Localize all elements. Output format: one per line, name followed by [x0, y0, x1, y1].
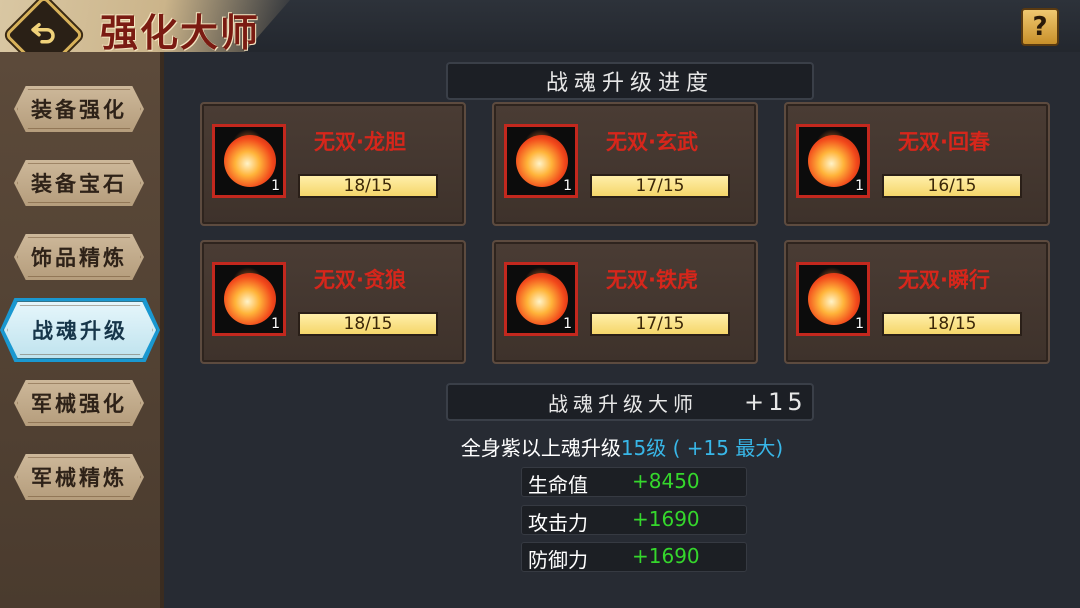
- page-title: 强化大师: [100, 10, 261, 55]
- soul-name: 无双·贪狼: [314, 268, 406, 292]
- soul-name: 无双·回春: [898, 130, 990, 154]
- dragon-soul-icon: 1: [212, 124, 286, 198]
- soul-card[interactable]: 1 无双·铁虎 17/15: [492, 240, 758, 364]
- soul-name: 无双·龙胆: [314, 130, 406, 154]
- sidebar-item-label: 军械精炼: [31, 466, 127, 490]
- progress-section-title: 战魂升级进度: [446, 62, 814, 100]
- progress-text: 18/15: [343, 176, 393, 196]
- master-level: +15: [744, 388, 807, 416]
- game-screen: 强化大师 ? 装备强化 装备宝石 饰品精炼 战魂升级 军械强化 军械精炼 战魂升…: [0, 0, 1080, 608]
- shield-soul-icon: 1: [504, 124, 578, 198]
- progress-text: 18/15: [927, 314, 977, 334]
- back-arrow-icon: [31, 23, 55, 44]
- sidebar-item-accessory-refine[interactable]: 饰品精炼: [14, 234, 144, 280]
- soul-name: 无双·瞬行: [898, 268, 990, 292]
- progress-text: 17/15: [635, 314, 685, 334]
- progress-text: 16/15: [927, 176, 977, 196]
- sidebar-item-soul-upgrade[interactable]: 战魂升级: [4, 302, 156, 358]
- sidebar-item-label: 战魂升级: [32, 319, 128, 343]
- sidebar-item-equipment-enhance[interactable]: 装备强化: [14, 86, 144, 132]
- soul-card[interactable]: 1 无双·回春 16/15: [784, 102, 1050, 226]
- stat-row-attack: 攻击力 +1690: [521, 505, 747, 535]
- main-panel: 战魂升级进度 1 无双·龙胆 18/15 1 无双·玄武 17/15 1 无双·…: [164, 52, 1080, 608]
- progress-bar: 18/15: [298, 312, 438, 336]
- sidebar-item-equipment-gem[interactable]: 装备宝石: [14, 160, 144, 206]
- soul-card[interactable]: 1 无双·龙胆 18/15: [200, 102, 466, 226]
- sidebar-item-label: 军械强化: [31, 392, 127, 416]
- tiger-soul-icon: 1: [504, 262, 578, 336]
- progress-bar: 17/15: [590, 312, 730, 336]
- master-section-title: 战魂升级大师 +15: [446, 383, 814, 421]
- progress-bar: 17/15: [590, 174, 730, 198]
- stat-row-defense: 防御力 +1690: [521, 542, 747, 572]
- sidebar-item-label: 装备强化: [31, 98, 127, 122]
- soul-card[interactable]: 1 无双·瞬行 18/15: [784, 240, 1050, 364]
- progress-bar: 18/15: [298, 174, 438, 198]
- sidebar-item-armory-enhance[interactable]: 军械强化: [14, 380, 144, 426]
- progress-text: 17/15: [635, 176, 685, 196]
- progress-bar: 18/15: [882, 312, 1022, 336]
- soul-name: 无双·铁虎: [606, 268, 698, 292]
- soul-name: 无双·玄武: [606, 130, 698, 154]
- master-requirement: 全身紫以上魂升级15级 ( +15 最大): [460, 436, 784, 460]
- help-button[interactable]: ?: [1021, 8, 1059, 46]
- soul-card[interactable]: 1 无双·贪狼 18/15: [200, 240, 466, 364]
- sidebar-item-label: 饰品精炼: [31, 246, 127, 270]
- progress-bar: 16/15: [882, 174, 1022, 198]
- sidebar-item-label: 装备宝石: [31, 172, 127, 196]
- phoenix-soul-icon: 1: [796, 262, 870, 336]
- progress-text: 18/15: [343, 314, 393, 334]
- sidebar-item-armory-refine[interactable]: 军械精炼: [14, 454, 144, 500]
- stat-row-hp: 生命值 +8450: [521, 467, 747, 497]
- soul-card[interactable]: 1 无双·玄武 17/15: [492, 102, 758, 226]
- wolf-soul-icon: 1: [212, 262, 286, 336]
- heart-soul-icon: 1: [796, 124, 870, 198]
